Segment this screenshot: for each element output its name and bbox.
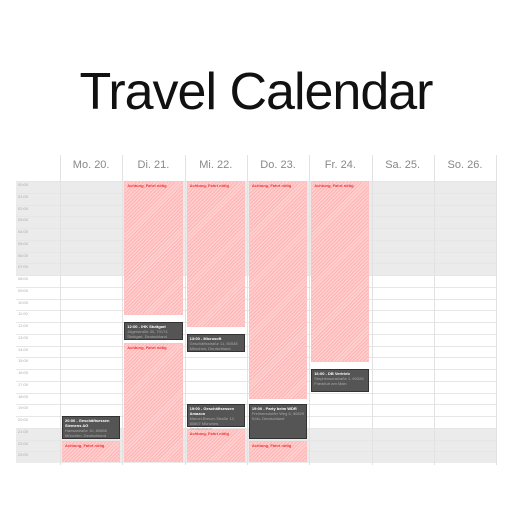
column-divider (496, 155, 498, 465)
hour-label: 21:00 (18, 428, 29, 434)
hour-label: 05:00 (18, 240, 29, 246)
hour-label: 10:00 (18, 299, 29, 305)
event-address: Jägerstraße 30, 70174 Stuttgart, Deutsch… (127, 329, 168, 339)
hour-label: 00:00 (18, 182, 29, 187)
calendar-event[interactable]: 12:00 - IHK Stuttgart Jägerstraße 30, 701… (124, 322, 183, 340)
event-title: 20:00 - Geschäftsessen Siemens AG (65, 418, 110, 428)
day-header[interactable]: Mo. 20. (60, 159, 122, 171)
event-title: 19:00 - Geschäftsessen Amazon (189, 406, 235, 417)
travel-required-block[interactable]: Achtung, Fahrt nötig (248, 181, 308, 399)
event-address: Hansastraße 10, 80686 München, Deutschla… (65, 428, 107, 438)
hour-label: 17:00 (18, 381, 29, 387)
day-header[interactable]: So. 26. (434, 159, 496, 171)
event-address: Marcel-Breuer-Straße 12, 80807 München, … (189, 416, 235, 432)
travel-warning-label: Achtung, Fahrt nötig (251, 183, 292, 188)
hour-label: 13:00 (18, 334, 29, 340)
page-title: Travel Calendar (79, 63, 433, 121)
hour-label: 19:00 (18, 405, 29, 411)
column-divider (184, 155, 186, 465)
travel-required-block[interactable]: Achtung, Fahrt nötig (186, 181, 245, 327)
hour-label: 16:00 (18, 370, 29, 375)
day-header[interactable]: Di. 21. (122, 159, 184, 171)
column-divider (246, 155, 248, 465)
travel-required-block[interactable]: Achtung, Fahrt nötig (248, 440, 308, 462)
hour-label: 23:00 (18, 452, 29, 458)
hour-label: 22:00 (18, 440, 29, 446)
hour-label: 03:00 (18, 217, 29, 223)
hour-label: 08:00 (18, 276, 29, 281)
hour-label: 20:00 (18, 417, 29, 422)
hour-label: 02:00 (18, 205, 29, 211)
hour-label: 01:00 (18, 193, 29, 199)
travel-warning-label: Achtung, Fahrt nötig (251, 442, 292, 448)
column-divider (60, 155, 61, 465)
travel-required-block[interactable]: Achtung, Fahrt nötig (62, 440, 121, 462)
calendar-event[interactable]: 16:00 - DB Vertrieb Stephensonstraße 1, 6… (311, 369, 370, 392)
travel-warning-label: Achtung, Fahrt nötig (189, 183, 229, 188)
hour-label: 06:00 (18, 252, 29, 258)
hour-label: 07:00 (18, 264, 29, 270)
day-header[interactable]: Mi. 22. (185, 159, 247, 171)
travel-warning-label: Achtung, Fahrt nötig (65, 442, 105, 448)
travel-warning-label: Achtung, Fahrt nötig (314, 183, 354, 188)
event-address: Stephensonstraße 1, 60326 Frankfurt am M… (314, 376, 364, 386)
hour-label: 18:00 (18, 393, 29, 399)
travel-required-block[interactable]: Achtung, Fahrt nötig (186, 428, 245, 462)
calendar-event[interactable]: 19:00 - Geschäftsessen Amazon Marcel-Breu… (186, 404, 245, 431)
travel-required-block[interactable]: Achtung, Fahrt nötig (124, 343, 183, 462)
calendar-event[interactable]: 13:00 - Microsoft Geschäftsstraße 11, 805… (186, 333, 245, 352)
hour-label: 12:00 (18, 323, 29, 328)
hour-label: 04:00 (18, 229, 29, 234)
column-divider (433, 155, 435, 465)
travel-warning-label: Achtung, Fahrt nötig (127, 183, 167, 188)
calendar-event[interactable]: 20:00 - Geschäftsessen Siemens AG Hansast… (62, 416, 121, 439)
calendar-event[interactable]: 19:00 - Party beim WDR Freimersdorfer Weg… (248, 404, 308, 439)
hour-label: 11:00 (18, 311, 28, 317)
day-header[interactable]: Sa. 25. (372, 159, 434, 171)
column-divider (371, 155, 373, 465)
hour-label: 14:00 (18, 346, 29, 352)
travel-warning-label: Achtung, Fahrt nötig (127, 345, 167, 351)
travel-required-block[interactable]: Achtung, Fahrt nötig (311, 181, 370, 363)
event-address: Geschäftsstraße 11, 80538 München, Deuts… (189, 340, 238, 351)
hour-label: 15:00 (18, 358, 29, 364)
column-divider (122, 155, 124, 465)
week-calendar: 00:00 01:00 02:00 03:00 04:00 05:00 06:00 07:00… (16, 155, 498, 465)
hour-label: 09:00 (18, 287, 29, 293)
day-header[interactable]: Do. 23. (247, 159, 309, 171)
day-header[interactable]: Fr. 24. (309, 159, 371, 171)
column-divider (309, 155, 311, 465)
travel-required-block[interactable]: Achtung, Fahrt nötig (124, 181, 183, 316)
event-address: Freimersdorfer Weg 6, 50829 Köln, Deutsc… (251, 411, 305, 422)
